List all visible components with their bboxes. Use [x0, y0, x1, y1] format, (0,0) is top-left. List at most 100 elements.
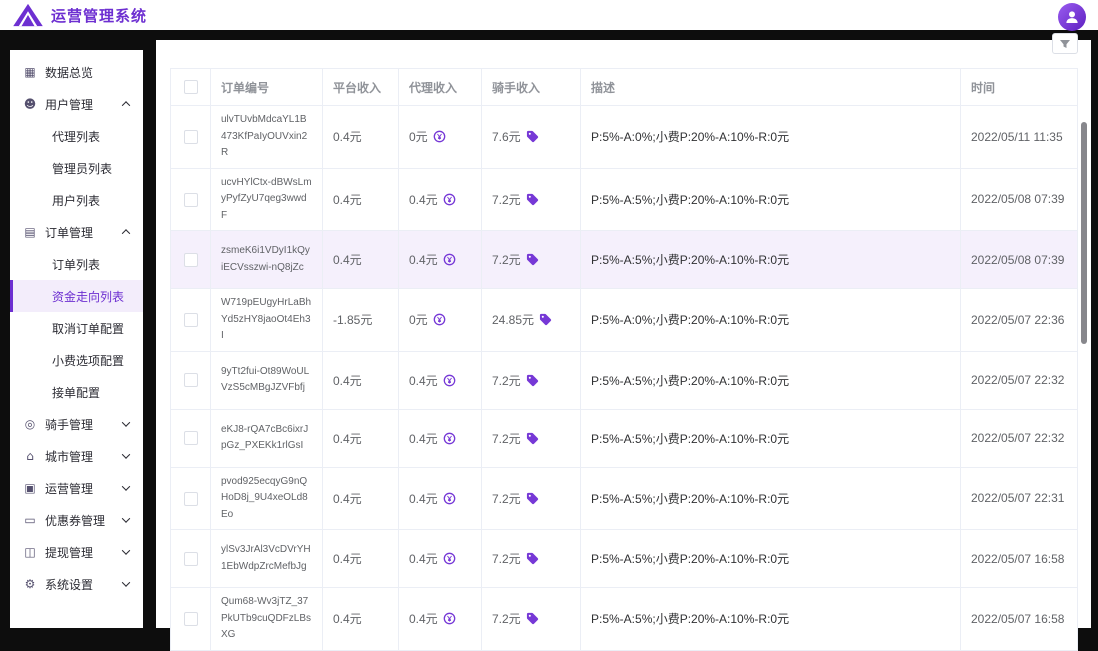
sidebar-item-agent-list[interactable]: 代理列表: [10, 120, 143, 152]
sidebar-item-withdrawal-management[interactable]: ◫ 提现管理: [10, 536, 143, 568]
sidebar-item-data-overview[interactable]: ▦ 数据总览: [10, 56, 143, 88]
row-checkbox[interactable]: [184, 492, 198, 506]
agent-income: 0.4元: [409, 432, 438, 446]
sidebar-item-operation-management[interactable]: ▣ 运营管理: [10, 472, 143, 504]
coin-icon: [443, 492, 456, 505]
description: P:5%-A:5%;小费P:20%-A:10%-R:0元: [591, 492, 789, 506]
time: 2022/05/08 07:39: [971, 253, 1064, 267]
sidebar-item-label: 系统设置: [45, 576, 121, 593]
sidebar-item-label: 运营管理: [45, 480, 121, 497]
platform-income: 0.4元: [333, 612, 362, 626]
description: P:5%-A:0%;小费P:20%-A:10%-R:0元: [591, 313, 789, 327]
time: 2022/05/08 07:39: [971, 192, 1064, 206]
description: P:5%-A:0%;小费P:20%-A:10%-R:0元: [591, 130, 789, 144]
sidebar-item-coupon-management[interactable]: ▭ 优惠券管理: [10, 504, 143, 536]
platform-income: 0.4元: [333, 492, 362, 506]
time: 2022/05/11 11:35: [971, 130, 1063, 144]
time: 2022/05/07 22:31: [971, 491, 1064, 505]
row-checkbox[interactable]: [184, 193, 198, 207]
table-row: 9yTt2fui-Ot89WoULVzS5cMBgJZVFbfj 0.4元 0.…: [171, 351, 1078, 409]
order-id: Qum68-Wv3jTZ_37PkUTb9cuQDFzLBsXG: [221, 594, 312, 644]
coin-icon: [443, 374, 456, 387]
user-avatar[interactable]: [1058, 3, 1086, 31]
row-checkbox[interactable]: [184, 313, 198, 327]
chevron-glyph: [122, 450, 130, 458]
withdraw-icon: ◫: [22, 546, 38, 558]
scrollbar-thumb[interactable]: [1081, 122, 1087, 344]
sidebar-subitem-label: 代理列表: [52, 128, 100, 145]
description: P:5%-A:5%;小费P:20%-A:10%-R:0元: [591, 253, 789, 267]
table-row: pvod925ecqyG9nQHoD8j_9U4xeOLd8Eo 0.4元 0.…: [171, 467, 1078, 530]
chevron-glyph: [122, 578, 130, 586]
agent-income: 0.4元: [409, 492, 438, 506]
sidebar-item-city-management[interactable]: ⌂ 城市管理: [10, 440, 143, 472]
row-checkbox[interactable]: [184, 130, 198, 144]
sidebar-item-order-list[interactable]: 订单列表: [10, 248, 143, 280]
sidebar-item-tip-option-config[interactable]: 小费选项配置: [10, 344, 143, 376]
price-tag-icon: [526, 374, 539, 387]
sidebar-item-label: 城市管理: [45, 448, 121, 465]
order-id: ylSv3JrAl3VcDVrYH1EbWdpZrcMefbJg: [221, 542, 312, 575]
sidebar-item-cancel-order-config[interactable]: 取消订单配置: [10, 312, 143, 344]
table-settings-button[interactable]: [1052, 33, 1078, 54]
sidebar-item-admin-list[interactable]: 管理员列表: [10, 152, 143, 184]
chevron-icon: [121, 579, 131, 589]
sidebar-item-fund-flow-list[interactable]: 资金走向列表: [10, 280, 143, 312]
brand-logo-icon: [12, 3, 44, 27]
settings-icon: ⚙: [22, 578, 38, 590]
chevron-glyph: [122, 546, 130, 554]
table-row: eKJ8-rQA7cBc6ixrJpGz_PXEKk1rlGsI 0.4元 0.…: [171, 409, 1078, 467]
sidebar-item-label: 优惠券管理: [45, 512, 121, 529]
platform-income: 0.4元: [333, 193, 362, 207]
time: 2022/05/07 22:32: [971, 431, 1064, 445]
order-id: W719pEUgyHrLaBhYd5zHY8jaoOt4Eh3I: [221, 295, 312, 345]
agent-income: 0元: [409, 313, 428, 327]
coin-icon: [443, 253, 456, 266]
rider-income: 7.2元: [492, 193, 521, 207]
platform-income: 0.4元: [333, 432, 362, 446]
column-header: 时间: [971, 81, 995, 95]
sidebar-item-system-settings[interactable]: ⚙ 系统设置: [10, 568, 143, 600]
row-checkbox[interactable]: [184, 373, 198, 387]
rider-income: 24.85元: [492, 313, 534, 327]
row-checkbox[interactable]: [184, 431, 198, 445]
coupon-icon: ▭: [22, 514, 38, 526]
select-all-checkbox[interactable]: [184, 80, 198, 94]
sidebar-item-label: 骑手管理: [45, 416, 121, 433]
sidebar-item-accept-order-config[interactable]: 接单配置: [10, 376, 143, 408]
rider-income: 7.2元: [492, 374, 521, 388]
price-tag-icon: [539, 313, 552, 326]
sidebar-subitem-label: 小费选项配置: [52, 352, 124, 369]
sidebar-item-rider-management[interactable]: ◎ 骑手管理: [10, 408, 143, 440]
sidebar-subitem-label: 接单配置: [52, 384, 100, 401]
agent-income: 0.4元: [409, 253, 438, 267]
filter-funnel-icon: [1059, 38, 1071, 50]
sidebar-item-order-management[interactable]: ▤ 订单管理: [10, 216, 143, 248]
table-row: ucvHYlCtx-dBWsLmyPyfZyU7qeg3wwdF 0.4元 0.…: [171, 168, 1078, 231]
rider-income: 7.2元: [492, 492, 521, 506]
order-id: ulvTUvbMdcaYL1B473KfPaIyOUVxin2R: [221, 112, 312, 162]
chevron-icon: [121, 99, 131, 109]
sidebar-item-user-list[interactable]: 用户列表: [10, 184, 143, 216]
row-checkbox[interactable]: [184, 253, 198, 267]
time: 2022/05/07 22:36: [971, 313, 1064, 327]
rider-icon: ◎: [22, 418, 38, 430]
table-row: Qum68-Wv3jTZ_37PkUTb9cuQDFzLBsXG 0.4元 0.…: [171, 588, 1078, 651]
description: P:5%-A:5%;小费P:20%-A:10%-R:0元: [591, 552, 789, 566]
order-id: zsmeK6i1VDyI1kQyiECVsszwi-nQ8jZc: [221, 243, 312, 276]
row-checkbox[interactable]: [184, 552, 198, 566]
chevron-icon: [121, 419, 131, 429]
agent-income: 0.4元: [409, 552, 438, 566]
description: P:5%-A:5%;小费P:20%-A:10%-R:0元: [591, 193, 789, 207]
rider-income: 7.2元: [492, 552, 521, 566]
chevron-icon: [121, 515, 131, 525]
column-header: 骑手收入: [492, 81, 540, 95]
table-row: ulvTUvbMdcaYL1B473KfPaIyOUVxin2R 0.4元 0元…: [171, 106, 1078, 169]
sidebar-subitem-label: 管理员列表: [52, 160, 112, 177]
order-id: pvod925ecqyG9nQHoD8j_9U4xeOLd8Eo: [221, 474, 312, 524]
sidebar-item-label: 用户管理: [45, 96, 121, 113]
sidebar-item-user-management[interactable]: ☻ 用户管理: [10, 88, 143, 120]
row-checkbox[interactable]: [184, 612, 198, 626]
brand: 运营管理系统: [12, 3, 147, 27]
rider-income: 7.2元: [492, 432, 521, 446]
